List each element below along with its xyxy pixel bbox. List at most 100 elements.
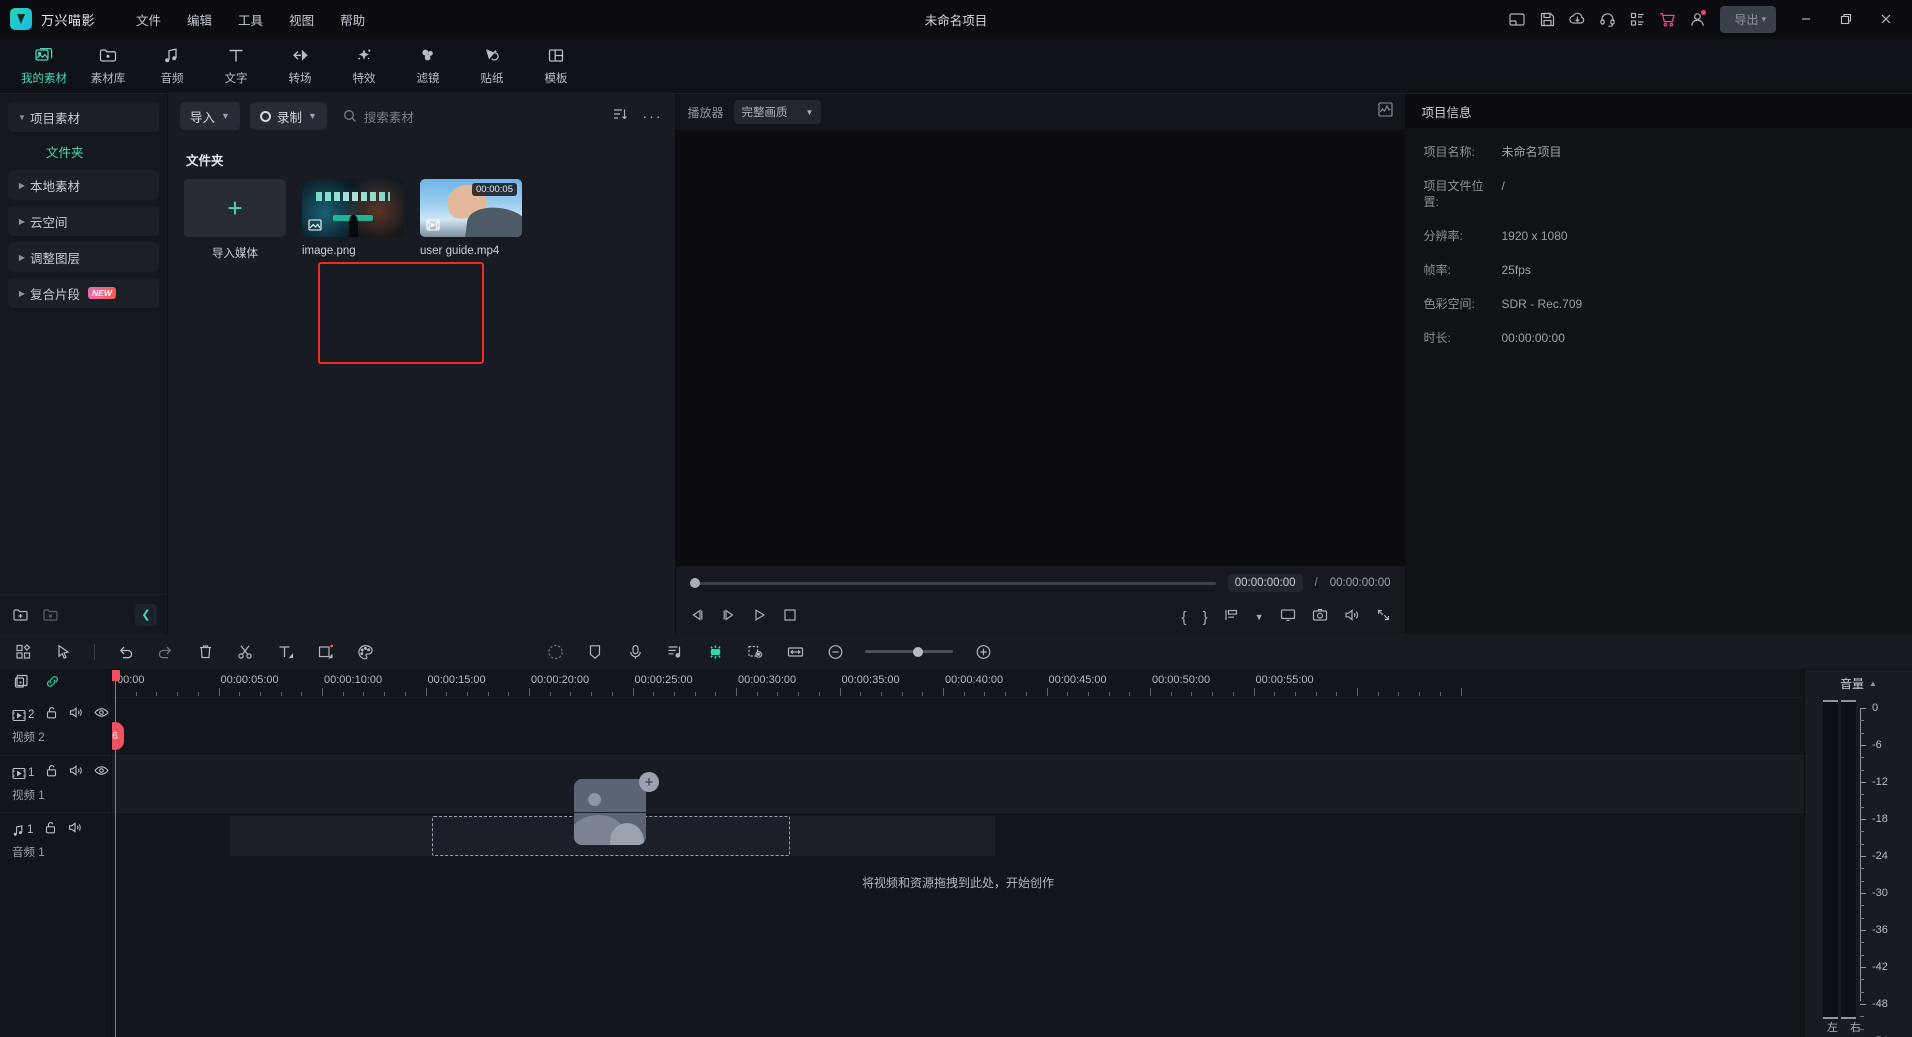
redo-icon[interactable] (155, 642, 175, 662)
media-thumbnail[interactable] (302, 179, 404, 237)
tab-my-media[interactable]: 我的素材 (12, 40, 76, 92)
sidebar-item-compound-clip[interactable]: ▶ 复合片段 NEW (8, 278, 159, 308)
close-button[interactable] (1866, 0, 1906, 38)
sidebar-item-local-media[interactable]: ▶ 本地素材 (8, 170, 159, 200)
search-input[interactable]: 搜索素材 (343, 107, 414, 126)
fullscreen-icon[interactable] (1376, 608, 1391, 627)
chevron-down-icon[interactable]: ▼ (1255, 612, 1264, 622)
menu-item-tools[interactable]: 工具 (225, 5, 276, 34)
import-button[interactable]: 导入 ▼ (180, 102, 240, 130)
save-icon[interactable] (1532, 4, 1562, 34)
delete-trash-icon[interactable] (195, 642, 215, 662)
new-folder-icon[interactable] (10, 604, 32, 626)
minimize-button[interactable] (1786, 0, 1826, 38)
media-thumbnail[interactable]: 00:00:05 (420, 179, 522, 237)
zoom-slider-handle[interactable] (913, 647, 923, 657)
chevron-up-icon[interactable]: ▲ (1869, 679, 1877, 688)
crop-tool-icon[interactable] (315, 642, 335, 662)
timeline-ruler[interactable]: 00:0000:00:05:0000:00:10:0000:00:15:0000… (112, 670, 1804, 698)
tab-effects[interactable]: 特效 (332, 40, 396, 92)
mark-in-icon[interactable]: { (1182, 609, 1187, 626)
unlock-icon[interactable] (44, 821, 57, 839)
timeline-tracks-area[interactable]: 00:0000:00:05:0000:00:10:0000:00:15:0000… (112, 670, 1804, 1037)
select-cursor-icon[interactable] (54, 642, 74, 662)
snapshot-camera-icon[interactable] (1312, 608, 1328, 627)
audio-meter-header[interactable]: 音量 ▲ (1805, 670, 1912, 696)
mute-icon[interactable] (69, 764, 83, 782)
add-track-icon[interactable] (14, 674, 29, 694)
keyframe-icon[interactable] (705, 642, 725, 662)
playhead-handle[interactable] (112, 670, 120, 681)
import-media-thumb[interactable]: + (184, 179, 286, 237)
tab-sticker[interactable]: 贴纸 (460, 40, 524, 92)
mute-icon[interactable] (69, 706, 83, 724)
tab-transition[interactable]: 转场 (268, 40, 332, 92)
media-item-import[interactable]: + 导入媒体 (184, 179, 286, 261)
audio-mix-icon[interactable] (665, 642, 685, 662)
fit-width-icon[interactable] (785, 642, 805, 662)
sidebar-item-adjustment-layer[interactable]: ▶ 调整图层 (8, 242, 159, 272)
menu-item-help[interactable]: 帮助 (327, 5, 378, 34)
add-media-plus-icon[interactable]: + (639, 772, 659, 792)
mute-icon[interactable] (68, 821, 82, 839)
split-scissors-icon[interactable] (235, 642, 255, 662)
unlock-icon[interactable] (45, 764, 58, 782)
text-tool-icon[interactable] (275, 642, 295, 662)
media-item-image[interactable]: image.png (302, 179, 404, 261)
play-icon[interactable] (752, 608, 767, 627)
track-header-video1[interactable]: 1 (0, 755, 111, 812)
link-clips-icon[interactable] (45, 674, 60, 694)
track-header-video2[interactable]: 2 (0, 698, 111, 755)
headset-icon[interactable] (1592, 4, 1622, 34)
timeline-lane-audio1[interactable] (112, 812, 1804, 869)
waveform-scope-icon[interactable] (1378, 102, 1393, 122)
account-icon[interactable] (1682, 4, 1712, 34)
player-scrubber[interactable] (690, 582, 1216, 585)
zoom-in-icon[interactable] (973, 642, 993, 662)
timeline-lane-video2[interactable] (112, 698, 1804, 755)
filter-sort-icon[interactable] (613, 107, 629, 126)
tab-text[interactable]: 文字 (204, 40, 268, 92)
unlock-icon[interactable] (45, 706, 58, 724)
record-button[interactable]: 录制 ▼ (250, 102, 327, 130)
playhead[interactable]: 6 (115, 670, 116, 1037)
sidebar-item-project-media[interactable]: ▼ 项目素材 (8, 102, 159, 132)
tab-library[interactable]: 素材库 (76, 40, 140, 92)
pip-screen-icon[interactable] (1280, 608, 1296, 627)
eye-icon[interactable] (94, 764, 109, 782)
tab-filter[interactable]: 滤镜 (396, 40, 460, 92)
zoom-slider[interactable] (865, 650, 953, 653)
sidebar-item-folder[interactable]: 文件夹 (8, 138, 159, 164)
voiceover-mic-icon[interactable] (625, 642, 645, 662)
player-canvas[interactable] (676, 130, 1405, 566)
collapse-panel-icon[interactable]: ❮ (135, 604, 157, 626)
stop-icon[interactable] (783, 608, 797, 627)
prev-frame-icon[interactable] (690, 608, 705, 627)
color-palette-icon[interactable] (355, 642, 375, 662)
maximize-button[interactable] (1826, 0, 1866, 38)
menu-item-view[interactable]: 视图 (276, 5, 327, 34)
tab-template[interactable]: 模板 (524, 40, 588, 92)
timeline-lane-video1[interactable]: + 将视频和资源拖拽到此处，开始创作 (112, 755, 1804, 812)
mask-icon[interactable] (745, 642, 765, 662)
delete-folder-icon[interactable] (40, 604, 62, 626)
cloud-upload-icon[interactable] (1562, 4, 1592, 34)
sidebar-item-cloud[interactable]: ▶ 云空间 (8, 206, 159, 236)
scrubber-handle[interactable] (690, 578, 700, 588)
volume-icon[interactable] (1344, 608, 1360, 627)
cart-icon[interactable] (1652, 4, 1682, 34)
tab-audio[interactable]: 音频 (140, 40, 204, 92)
track-header-audio1[interactable]: 1 音频 1 (0, 812, 111, 869)
apps-grid-icon[interactable] (1622, 4, 1652, 34)
undo-icon[interactable] (115, 642, 135, 662)
zoom-out-icon[interactable] (825, 642, 845, 662)
export-button[interactable]: 导出 ▾ (1720, 6, 1776, 33)
current-time[interactable]: 00:00:00:00 (1228, 574, 1303, 592)
media-item-video[interactable]: 00:00:05 user guide.mp4 (420, 179, 522, 261)
quality-select[interactable]: 完整画质 ▼ (734, 100, 822, 124)
next-frame-icon[interactable] (721, 608, 736, 627)
marker-icon[interactable] (585, 642, 605, 662)
menu-item-file[interactable]: 文件 (123, 5, 174, 34)
menu-item-edit[interactable]: 编辑 (174, 5, 225, 34)
eye-icon[interactable] (94, 706, 109, 724)
